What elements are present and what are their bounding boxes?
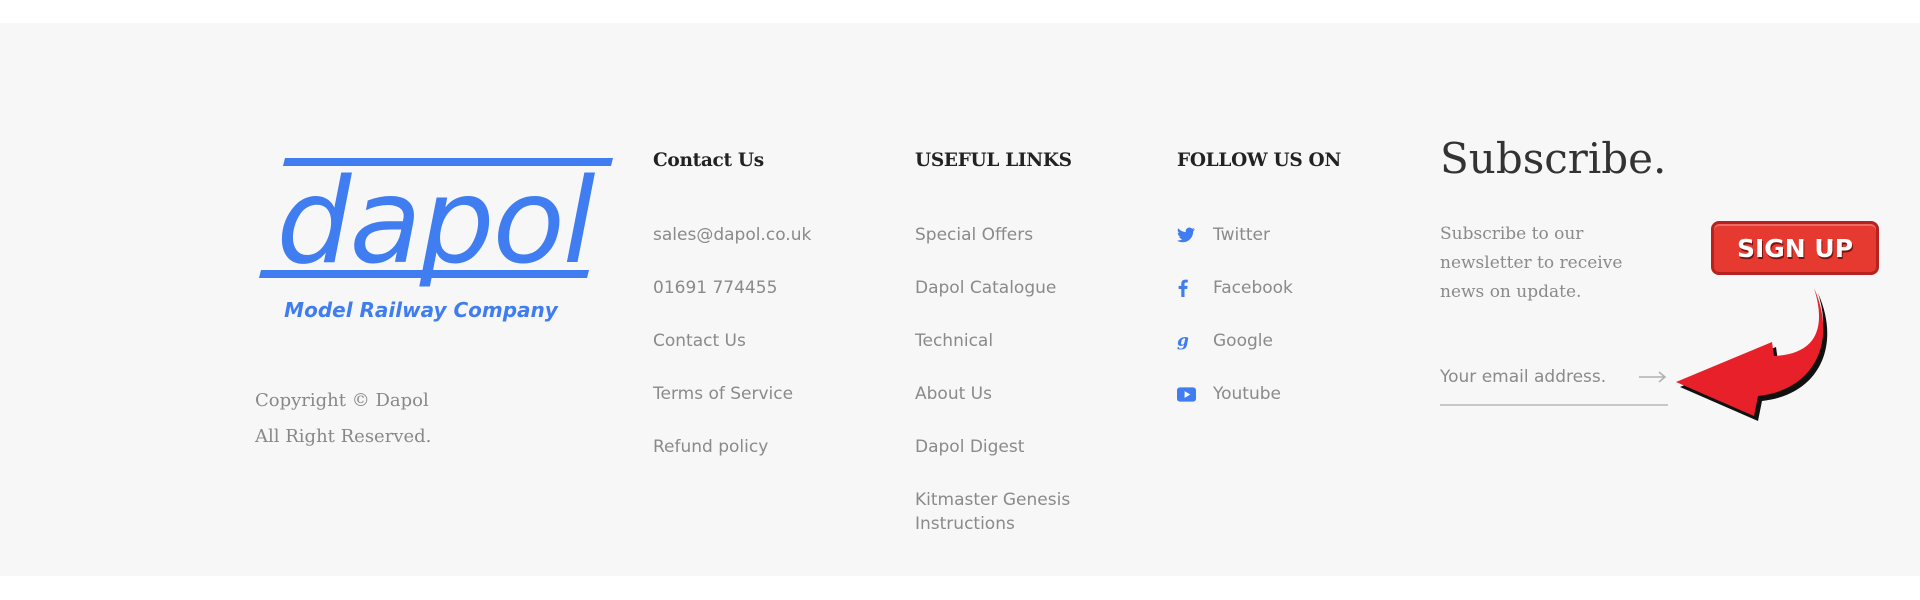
copyright-line-1: Copyright © Dapol [255, 390, 429, 411]
logo-word: dapol [276, 152, 595, 290]
youtube-label: Youtube [1213, 384, 1281, 404]
facebook-icon [1177, 278, 1203, 298]
kitmaster-link[interactable]: Kitmaster Genesis Instructions [915, 488, 1115, 536]
catalogue-link[interactable]: Dapol Catalogue [915, 278, 1056, 298]
subscribe-title: Subscribe. [1440, 134, 1667, 183]
contact-email-link[interactable]: sales@dapol.co.uk [653, 225, 811, 245]
email-form [1440, 362, 1668, 406]
youtube-icon [1177, 384, 1203, 404]
facebook-link[interactable]: Facebook [1177, 278, 1293, 298]
contact-us-link[interactable]: Contact Us [653, 331, 746, 351]
email-input[interactable] [1440, 362, 1630, 392]
dapol-digest-link[interactable]: Dapol Digest [915, 437, 1024, 457]
refund-link[interactable]: Refund policy [653, 437, 768, 457]
copyright: Copyright © Dapol All Right Reserved. [255, 383, 431, 455]
google-link[interactable]: g Google [1177, 331, 1273, 351]
google-label: Google [1213, 331, 1273, 351]
contact-phone-link[interactable]: 01691 774455 [653, 278, 777, 298]
about-us-link[interactable]: About Us [915, 384, 992, 404]
youtube-link[interactable]: Youtube [1177, 384, 1281, 404]
submit-arrow-icon[interactable] [1638, 362, 1668, 392]
logo-tagline: Model Railway Company [284, 298, 559, 322]
useful-links-title: USEFUL LINKS [915, 150, 1072, 171]
subscribe-description: Subscribe to our newsletter to receive n… [1440, 224, 1623, 302]
terms-link[interactable]: Terms of Service [653, 384, 793, 404]
twitter-link[interactable]: Twitter [1177, 225, 1270, 245]
copyright-line-2: All Right Reserved. [255, 426, 432, 447]
technical-link[interactable]: Technical [915, 331, 993, 351]
follow-title: FOLLOW US ON [1177, 150, 1341, 171]
contact-title: Contact Us [653, 150, 764, 171]
facebook-label: Facebook [1213, 278, 1293, 298]
sign-up-button[interactable]: SIGN UP [1711, 221, 1879, 275]
dapol-logo[interactable]: dapol Model Railway Company [255, 150, 615, 330]
twitter-label: Twitter [1213, 225, 1270, 245]
google-icon: g [1177, 331, 1189, 351]
special-offers-link[interactable]: Special Offers [915, 225, 1033, 245]
twitter-icon [1177, 225, 1203, 245]
curved-arrow-icon [1676, 288, 1828, 421]
